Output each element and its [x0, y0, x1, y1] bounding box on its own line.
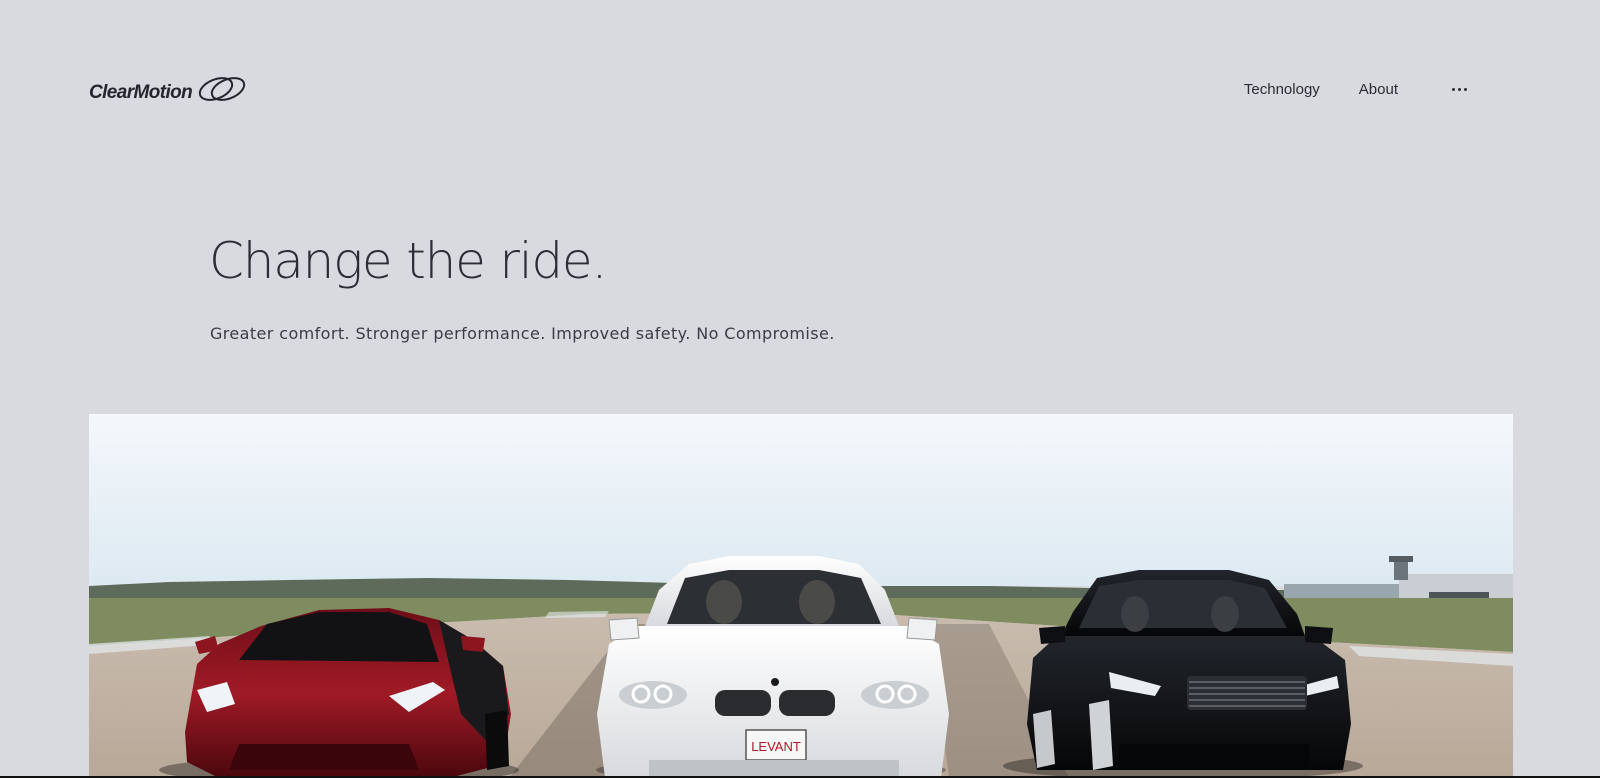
double-ring-icon [194, 74, 252, 109]
license-plate-text: LEVANT [751, 739, 801, 754]
brand-logo[interactable]: ClearMotion [89, 76, 252, 110]
hero-headline: Change the ride. [209, 232, 607, 290]
site-header: ClearMotion Technology About [89, 76, 1497, 110]
nav-technology-link[interactable]: Technology [1244, 81, 1320, 98]
main-nav: Technology About [1244, 81, 1497, 98]
brand-name: ClearMotion [89, 82, 193, 103]
more-horizontal-icon[interactable] [1452, 82, 1467, 98]
hero-tagline: Greater comfort. Stronger performance. I… [210, 324, 835, 343]
nav-about-link[interactable]: About [1359, 81, 1398, 98]
hero-image-three-cars: LEVANT [89, 414, 1513, 778]
page: ClearMotion Technology About Change the … [0, 0, 1600, 778]
